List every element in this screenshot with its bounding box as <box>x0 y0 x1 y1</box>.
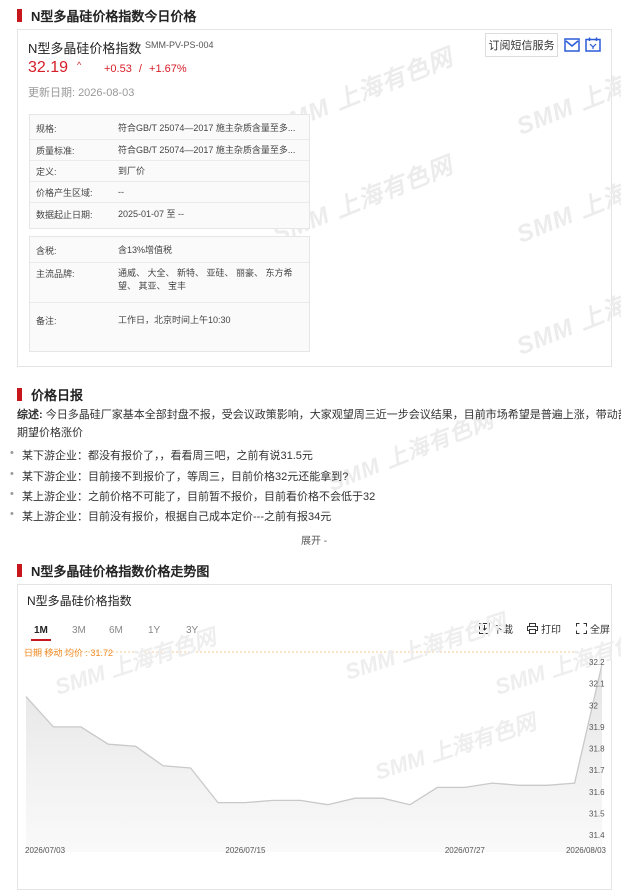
fullscreen-label: 全屏 <box>590 625 610 636</box>
data-point <box>381 797 384 800</box>
print-icon <box>527 623 538 634</box>
y-tick-label: 32.1 <box>589 680 605 689</box>
data-point <box>299 799 302 802</box>
section-trend-title: N型多晶硅价格指数价格走势图 <box>17 561 209 580</box>
print-label: 打印 <box>541 625 561 636</box>
data-point <box>25 695 28 698</box>
list-item: 某上游企业：目前没有报价，根据自己成本定价---之前有报34元 <box>10 508 331 524</box>
x-tick-label: 2026/08/03 <box>566 846 607 855</box>
chart-title: N型多晶硅价格指数 <box>27 594 132 608</box>
price-change: +0.53 / +1.67% <box>104 63 187 75</box>
watermark: SMM 上海有色网 <box>513 263 621 361</box>
subscribe-sms-button[interactable]: 订阅短信服务 <box>485 33 558 57</box>
data-point <box>354 797 357 800</box>
summary-text-cont: 期望价格涨价 <box>17 427 83 439</box>
data-point <box>573 782 576 785</box>
tab-1m[interactable]: 1M <box>34 625 48 636</box>
expand-button[interactable]: 展开 - <box>301 532 327 547</box>
list-item: 某上游企业：之前价格不可能了，目前暂不报价，目前看价格不会低于32 <box>10 488 375 504</box>
y-tick-label: 31.4 <box>589 831 605 840</box>
y-tick-label: 32 <box>589 701 598 710</box>
trend-up-icon: ^ <box>77 60 82 70</box>
data-point <box>52 725 55 728</box>
data-point <box>518 784 521 787</box>
data-point <box>107 743 110 746</box>
x-tick-label: 2026/07/15 <box>225 846 266 855</box>
fullscreen-icon <box>576 623 587 634</box>
data-point <box>244 801 247 804</box>
tab-6m[interactable]: 6M <box>109 625 123 636</box>
data-point <box>217 801 220 804</box>
y-tick-label: 31.6 <box>589 788 605 797</box>
current-price: 32.19 <box>28 59 69 76</box>
data-point <box>546 784 549 787</box>
print-button[interactable]: 打印 <box>527 621 561 636</box>
change-percent: +1.67% <box>149 63 187 75</box>
data-point <box>189 766 192 769</box>
data-point <box>134 745 137 748</box>
update-value: 2026-08-03 <box>78 87 135 99</box>
watermark: SMM 上海有色网 <box>342 608 512 684</box>
data-point <box>326 803 329 806</box>
y-tick-label: 32.2 <box>589 658 605 667</box>
tab-3m[interactable]: 3M <box>72 625 86 636</box>
price-card: SMM 上海有色网 SMM 上海有色网 SMM 上海有色网 SMM 上海有色网 … <box>17 29 621 367</box>
data-point <box>463 786 466 789</box>
price-chart: SMM 上海有色网 SMM 上海有色网SMM 上海有色网SMM 上海有色网 31.… <box>24 608 621 855</box>
data-point <box>79 725 82 728</box>
section-title-text: N型多晶硅价格指数价格走势图 <box>31 564 210 579</box>
data-point <box>436 786 439 789</box>
section-daily-report-title: 价格日报 <box>17 385 83 404</box>
mail-icon[interactable] <box>564 38 580 52</box>
y-tick-label: 31.7 <box>589 766 605 775</box>
list-item: 某下游企业：都没有报价了，，看看周三吧，之前有说31.5元 <box>10 447 313 463</box>
brand-info-box: 含税: 含13%增值税 主流品牌: 通威、 大全、 新特、 亚硅、 丽豪、 东方希望… <box>29 236 310 352</box>
chart-card: N型多晶硅价格指数 1M 3M 6M 1Y 3Y 下载 打印 全屏 日期 移动 … <box>17 584 621 890</box>
change-sep: / <box>138 63 142 75</box>
section-marker <box>17 9 22 22</box>
y-tick-label: 31.9 <box>589 723 605 732</box>
section-today-price-title: N型多晶硅价格指数今日价格 <box>17 6 196 25</box>
data-point <box>409 803 412 806</box>
data-point <box>271 799 274 802</box>
section-title-text: N型多晶硅价格指数今日价格 <box>31 9 197 24</box>
x-tick-label: 2026/07/03 <box>25 846 66 855</box>
product-code: SMM-PV-PS-004 <box>145 40 214 50</box>
product-name: N型多晶硅价格指数 <box>28 41 142 56</box>
section-title-text: 价格日报 <box>31 388 84 403</box>
x-tick-label: 2026/07/27 <box>445 846 486 855</box>
y-tick-label: 31.5 <box>589 809 605 818</box>
section-marker <box>17 388 22 401</box>
list-item: 某下游企业：目前接不到报价了，等周三，目前价格32元还能拿到? <box>10 468 348 484</box>
update-label: 更新日期: <box>28 87 76 99</box>
summary-text: 今日多晶硅厂家基本全部封盘不报，受会议政策影响，大家观望周三近一步会议结果，目前… <box>42 409 621 421</box>
change-value: +0.53 <box>104 63 132 75</box>
watermark: SMM 上海有色网 <box>513 151 621 249</box>
summary-label: 综述: <box>17 409 43 421</box>
spec-info-box: 规格: 符合GB/T 25074—2017 施主杂质含量至多... 质量标准: 符合… <box>29 114 310 229</box>
tab-1y[interactable]: 1Y <box>148 625 160 636</box>
calendar-icon[interactable] <box>585 37 601 52</box>
fullscreen-button[interactable]: 全屏 <box>576 621 610 636</box>
section-marker <box>17 564 22 577</box>
update-date: 更新日期: 2026-08-03 <box>28 84 134 100</box>
watermark: SMM 上海有色网 <box>372 708 542 784</box>
subscribe-sms-label: 订阅短信服务 <box>488 40 555 52</box>
y-tick-label: 31.8 <box>589 745 605 754</box>
data-point <box>491 782 494 785</box>
report-summary: 综述: 今日多晶硅厂家基本全部封盘不报，受会议政策影响，大家观望周三近一步会议结… <box>17 406 621 442</box>
data-point <box>162 764 165 767</box>
